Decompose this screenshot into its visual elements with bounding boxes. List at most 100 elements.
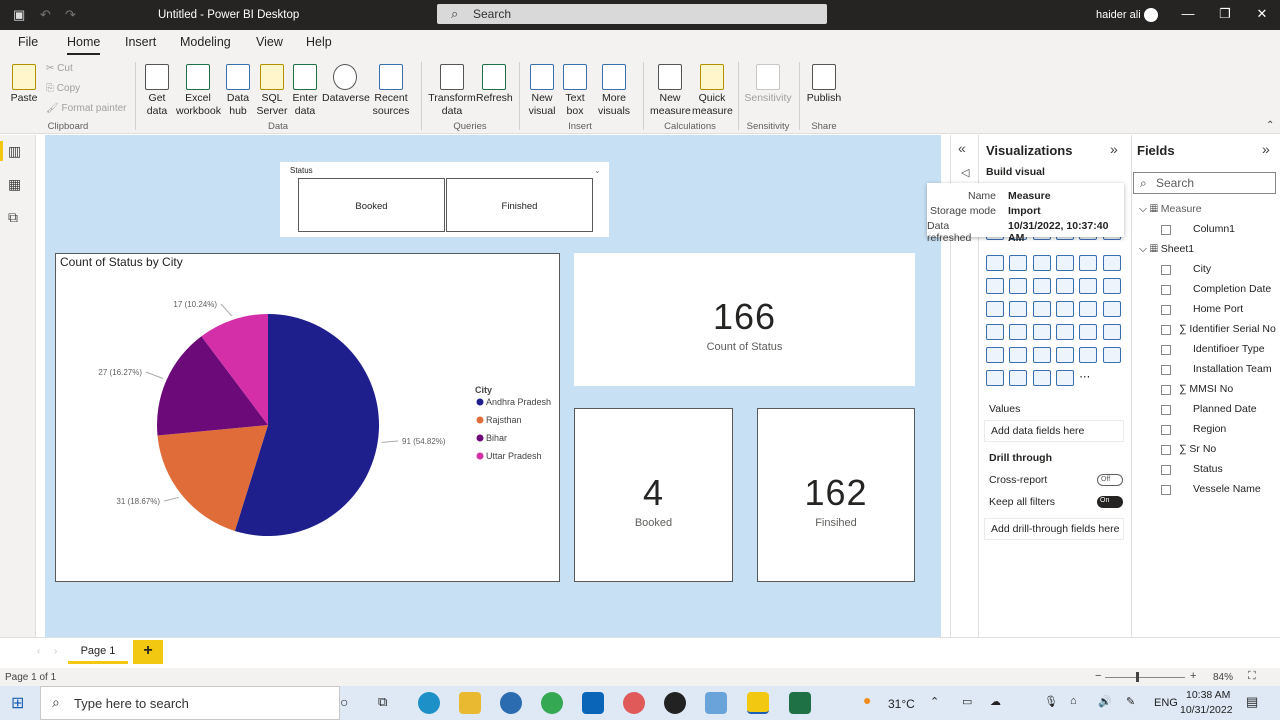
add-page-button[interactable]: +	[133, 640, 163, 664]
app-icon[interactable]	[623, 692, 645, 714]
visual-type-icon[interactable]	[1009, 255, 1028, 271]
avatar[interactable]	[1144, 8, 1158, 22]
visual-type-icon[interactable]	[1102, 278, 1121, 294]
visual-type-icon[interactable]	[1032, 347, 1051, 363]
collapse-viz-icon[interactable]: »	[1110, 141, 1118, 157]
field-item[interactable]: Region	[1193, 423, 1226, 435]
weather-icon[interactable]: ●	[863, 692, 871, 708]
visual-type-icon[interactable]	[1009, 347, 1028, 363]
outlook-icon[interactable]	[582, 692, 604, 714]
cross-report-toggle[interactable]: Off	[1097, 474, 1123, 486]
new-visual-button[interactable]: New visual	[526, 64, 558, 118]
clock-time[interactable]: 10:38 AM	[1186, 689, 1230, 701]
field-item[interactable]: ∑ Sr No	[1179, 443, 1216, 455]
fit-to-page-icon[interactable]: ⛶	[1248, 670, 1256, 683]
slicer-option-booked[interactable]: Booked	[298, 178, 445, 232]
field-item[interactable]: Planned Date	[1193, 403, 1257, 415]
text-box-button[interactable]: Text box	[560, 64, 590, 118]
refresh-button[interactable]: Refresh	[476, 64, 513, 105]
visual-type-icon[interactable]	[1009, 324, 1028, 340]
copy-button[interactable]: ⎘ Copy	[46, 83, 80, 94]
visual-type-icon[interactable]	[1032, 324, 1051, 340]
model-view-icon[interactable]: ⧉	[8, 209, 26, 225]
visual-type-icon[interactable]	[1055, 370, 1074, 386]
visual-type-icon[interactable]	[1032, 278, 1051, 294]
field-checkbox[interactable]	[1161, 285, 1171, 295]
visual-type-icon[interactable]	[1102, 301, 1121, 317]
visual-type-icon[interactable]	[1055, 255, 1074, 271]
zoom-slider[interactable]	[1105, 677, 1185, 678]
paste-button[interactable]: Paste	[8, 64, 40, 105]
field-checkbox[interactable]	[1161, 305, 1171, 315]
fields-search-input[interactable]: ⌕ Search	[1133, 172, 1276, 194]
visual-type-icon[interactable]	[1032, 370, 1051, 386]
tab-file[interactable]: File	[18, 35, 38, 49]
volume-icon[interactable]: 🔊	[1098, 695, 1112, 708]
field-table-1[interactable]: ⌵ ▦ Sheet1	[1139, 243, 1194, 256]
visual-type-icon[interactable]	[1102, 347, 1121, 363]
field-checkbox[interactable]	[1161, 345, 1171, 355]
format-painter-button[interactable]: 🖌 Format painter	[46, 103, 127, 114]
next-page-icon[interactable]: ›	[54, 646, 57, 657]
zoom-in-icon[interactable]: +	[1190, 670, 1196, 682]
visual-type-icon[interactable]	[986, 324, 1004, 340]
transform-data-button[interactable]: Transform data	[428, 64, 476, 118]
redo-icon[interactable]: ↷	[65, 7, 76, 23]
visual-type-icon[interactable]	[986, 278, 1004, 294]
pen-icon[interactable]: ✎	[1126, 695, 1135, 708]
chrome-icon[interactable]	[541, 692, 563, 714]
microphone-icon[interactable]: 🎙	[1044, 695, 1058, 708]
legend-item[interactable]: Andhra Pradesh	[486, 397, 551, 407]
slicer-option-finished[interactable]: Finished	[446, 178, 593, 232]
values-drop-zone[interactable]: Add data fields here	[984, 420, 1124, 442]
field-checkbox[interactable]	[1161, 405, 1171, 415]
sensitivity-button[interactable]: Sensitivity	[744, 64, 792, 105]
field-checkbox[interactable]	[1161, 265, 1171, 275]
visual-type-icon[interactable]	[1102, 324, 1121, 340]
field-checkbox[interactable]	[1161, 445, 1171, 455]
keep-filters-toggle[interactable]: On	[1097, 496, 1123, 508]
drill-through-drop-zone[interactable]: Add drill-through fields here	[984, 518, 1124, 540]
field-checkbox[interactable]	[1161, 425, 1171, 435]
visual-type-icon[interactable]	[1079, 324, 1098, 340]
windows-start-icon[interactable]: ⊞	[11, 693, 24, 713]
title-search-box[interactable]: ⌕ Search	[437, 4, 827, 24]
visual-type-icon[interactable]	[1009, 278, 1028, 294]
data-view-icon[interactable]: ▦	[8, 176, 26, 192]
file-explorer-icon[interactable]	[459, 692, 481, 714]
legend-item[interactable]: Rajsthan	[486, 415, 522, 425]
excel-workbook-button[interactable]: Excel workbook	[176, 64, 221, 118]
field-checkbox[interactable]	[1161, 225, 1171, 235]
field-item[interactable]: Status	[1193, 463, 1223, 475]
tab-home[interactable]: Home	[67, 35, 100, 49]
visual-type-icon[interactable]	[1032, 301, 1051, 317]
enter-data-button[interactable]: Enter data	[290, 64, 320, 118]
prev-page-icon[interactable]: ‹	[37, 646, 40, 657]
save-icon[interactable]: ▣	[13, 7, 25, 23]
field-item[interactable]: Completion Date	[1193, 283, 1271, 295]
visual-type-icon[interactable]	[1079, 278, 1098, 294]
zoom-out-icon[interactable]: −	[1095, 670, 1101, 682]
field-checkbox[interactable]	[1161, 365, 1171, 375]
field-item[interactable]: ∑ Identifier Serial No	[1179, 323, 1276, 335]
user-name[interactable]: haider ali	[1096, 9, 1141, 21]
remote-desktop-icon[interactable]	[705, 692, 727, 714]
close-icon[interactable]: ✕	[1252, 6, 1272, 22]
build-visual-tab[interactable]: Build visual	[986, 166, 1045, 178]
excel-icon[interactable]	[789, 692, 811, 714]
visual-type-icon[interactable]	[1009, 301, 1028, 317]
clock-date[interactable]: 10/31/2022	[1180, 704, 1233, 716]
new-measure-button[interactable]: New measure	[650, 64, 691, 118]
visual-type-icon[interactable]	[986, 370, 1004, 386]
battery-icon[interactable]: ▭	[962, 695, 972, 708]
visual-type-icon[interactable]	[1079, 347, 1098, 363]
power-bi-icon[interactable]	[747, 692, 769, 714]
visual-type-icon[interactable]	[1079, 301, 1098, 317]
network-icon[interactable]: ⌂	[1070, 695, 1077, 707]
visual-type-icon[interactable]: ⋯	[1079, 370, 1097, 386]
visual-type-icon[interactable]	[1055, 278, 1074, 294]
field-checkbox[interactable]	[1161, 325, 1171, 335]
data-hub-button[interactable]: Data hub	[222, 64, 254, 118]
minimize-icon[interactable]: —	[1178, 6, 1198, 21]
zoom-slider-thumb[interactable]	[1136, 672, 1139, 682]
